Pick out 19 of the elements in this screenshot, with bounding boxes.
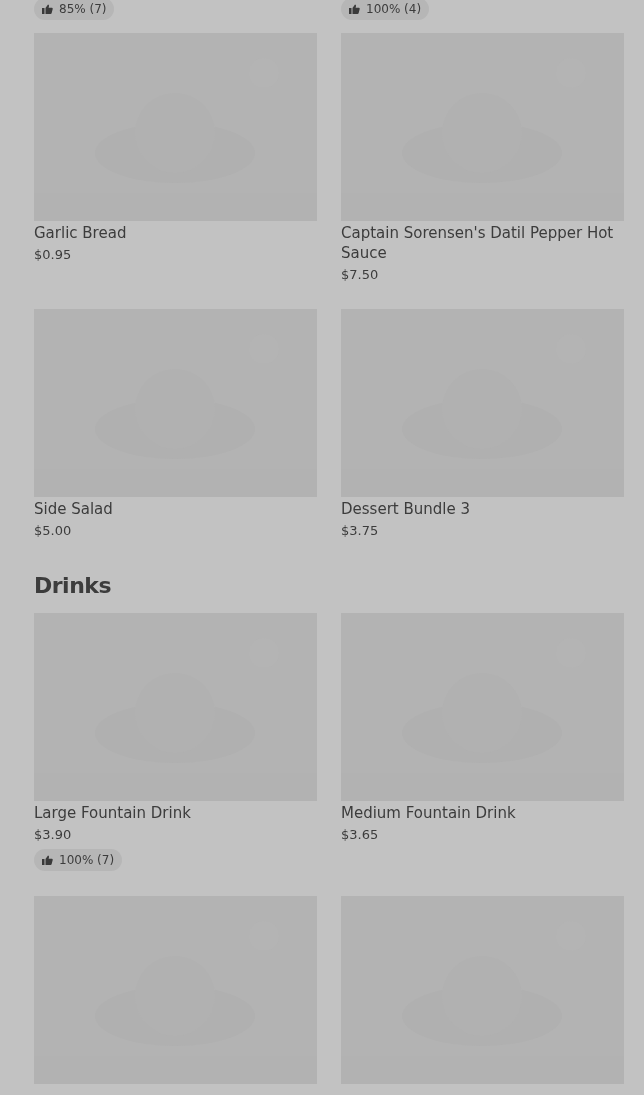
item-name: Captain Sorensen's Datil Pepper Hot Sauce [341, 223, 615, 263]
thumbs-up-icon [349, 4, 360, 14]
item-price: $3.90 [34, 826, 73, 845]
item-name: Garlic Bread [34, 223, 128, 243]
item-price: $0.95 [34, 246, 73, 264]
item-name: Side Salad [34, 499, 114, 519]
rating-badge: 100% (4) [341, 0, 430, 20]
thumbs-up-icon [42, 855, 53, 866]
item-price: $3.65 [341, 826, 380, 845]
item-name: Large Fountain Drink [34, 803, 192, 824]
item-price: $7.50 [341, 266, 380, 284]
thumbs-up-icon [42, 4, 53, 14]
item-name: Dessert Bundle 3 [341, 499, 471, 519]
rating-badge: 100% (7) [34, 849, 123, 872]
section-title: Drinks [34, 573, 113, 600]
item-price: $3.75 [341, 522, 380, 540]
rating-badge: 85% (7) [34, 0, 115, 20]
item-name: Medium Fountain Drink [341, 803, 517, 824]
item-price: $5.00 [34, 522, 73, 540]
